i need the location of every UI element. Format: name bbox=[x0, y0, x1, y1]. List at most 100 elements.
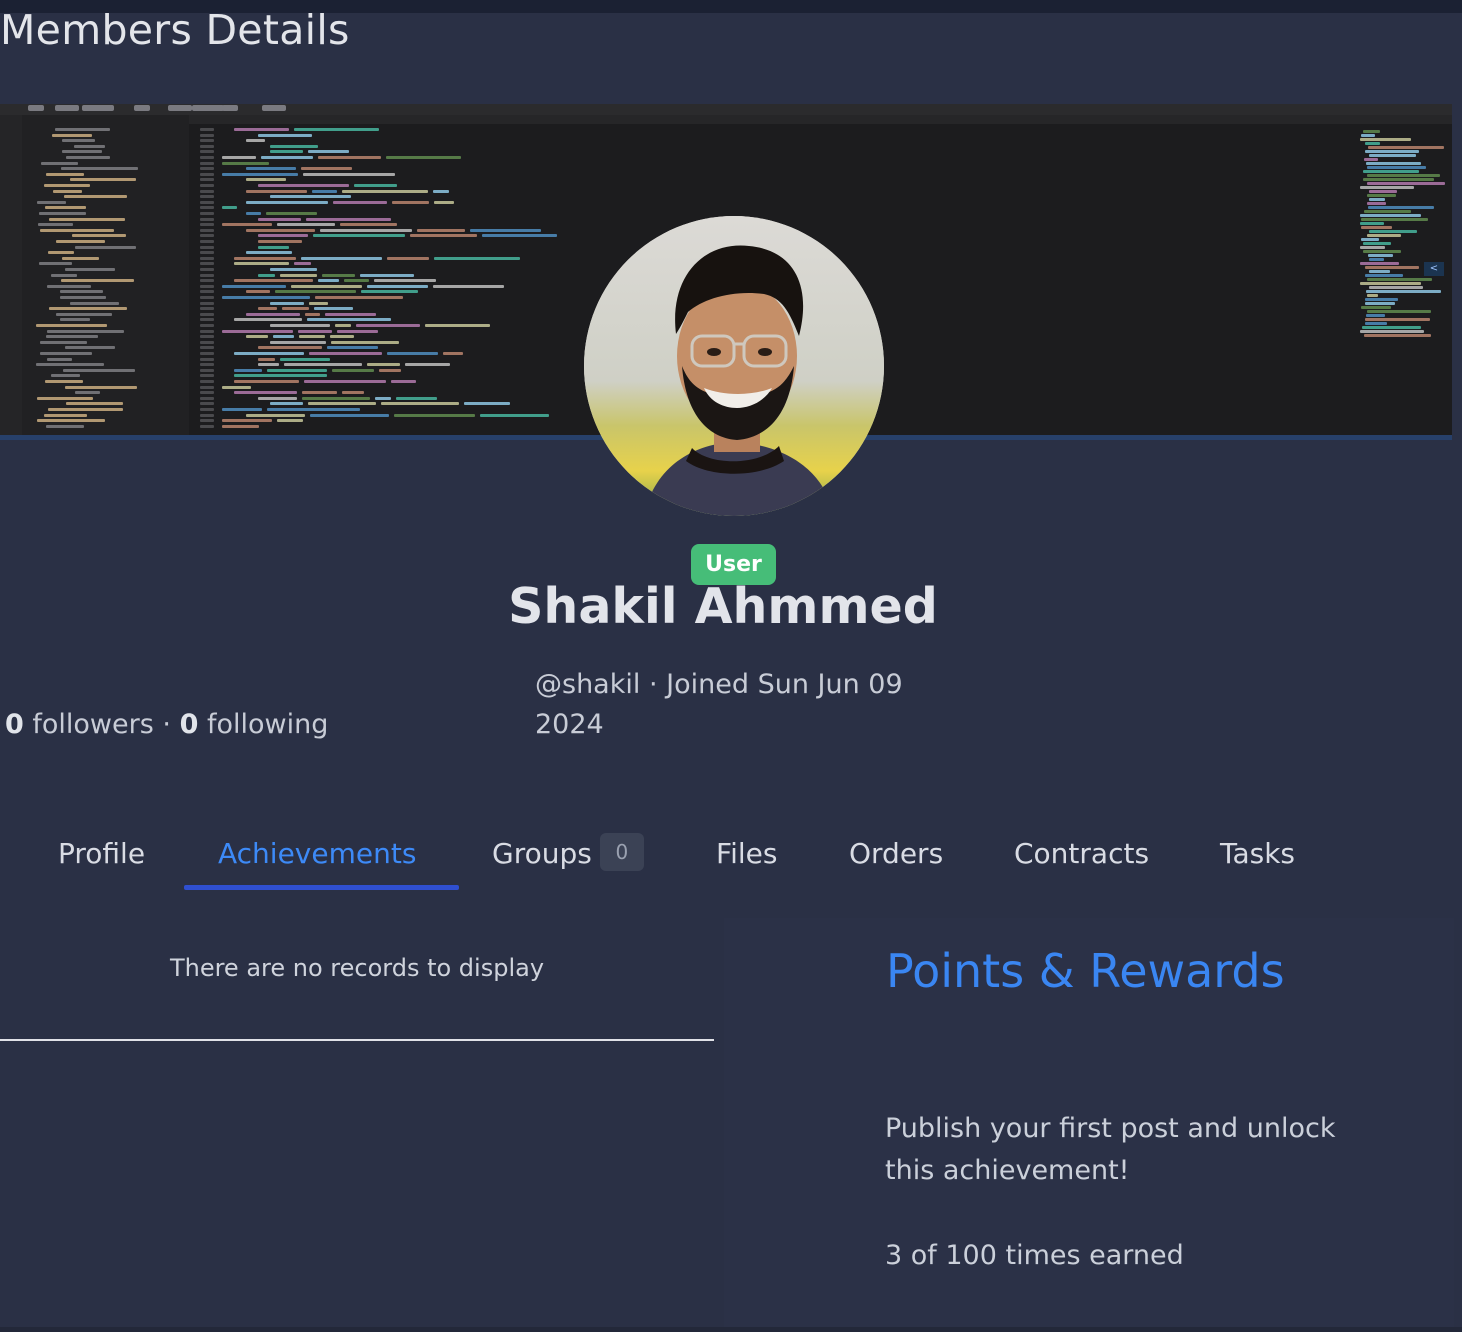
cover-code-line bbox=[354, 184, 397, 187]
tab-groups[interactable]: Groups 0 bbox=[492, 826, 644, 882]
rewards-panel: Points & Rewards Publish your first post… bbox=[724, 918, 1454, 1332]
cover-code-line bbox=[72, 234, 126, 238]
cover-code-line bbox=[258, 357, 275, 361]
cover-code-line bbox=[1360, 222, 1384, 225]
cover-code-line bbox=[282, 307, 309, 311]
cover-code-line bbox=[246, 139, 265, 143]
cover-code-line bbox=[36, 363, 104, 367]
cover-code-line bbox=[270, 268, 317, 271]
cover-code-line bbox=[234, 256, 296, 260]
cover-code-line bbox=[40, 352, 92, 355]
table-divider bbox=[0, 1039, 714, 1041]
cover-code-line bbox=[266, 212, 317, 215]
cover-code-line bbox=[258, 307, 277, 311]
cover-menu-item bbox=[134, 105, 150, 111]
avatar[interactable] bbox=[584, 216, 884, 516]
cover-code-line bbox=[62, 139, 95, 143]
cover-code-line bbox=[258, 133, 312, 137]
cover-code-line bbox=[62, 150, 102, 154]
cover-code-line bbox=[367, 284, 428, 288]
cover-code-line bbox=[200, 223, 214, 227]
cover-activity-bar bbox=[0, 115, 22, 435]
tab-files[interactable]: Files bbox=[716, 826, 777, 882]
cover-code-line bbox=[1363, 178, 1434, 181]
cover-code-line bbox=[39, 262, 72, 266]
cover-code-line bbox=[270, 195, 351, 199]
cover-code-line bbox=[270, 402, 303, 406]
cover-code-line bbox=[200, 262, 214, 266]
meta-separator: · bbox=[648, 669, 658, 700]
followers-label[interactable]: followers bbox=[32, 709, 153, 740]
cover-code-line bbox=[1365, 150, 1419, 153]
cover-code-line bbox=[1364, 334, 1431, 337]
cover-code-line bbox=[1360, 186, 1414, 189]
cover-code-line bbox=[1363, 170, 1419, 173]
cover-code-line bbox=[379, 368, 401, 372]
cover-code-line bbox=[222, 419, 272, 423]
tab-contracts[interactable]: Contracts bbox=[1014, 826, 1149, 882]
cover-code-line bbox=[222, 161, 269, 165]
cover-code-line bbox=[374, 279, 436, 283]
cover-code-line bbox=[313, 234, 405, 238]
cover-menu-bar bbox=[0, 104, 1452, 115]
cover-code-line bbox=[335, 324, 351, 327]
cover-code-line bbox=[1363, 242, 1391, 245]
cover-code-line bbox=[200, 374, 214, 378]
cover-code-line bbox=[246, 251, 292, 255]
cover-code-line bbox=[1368, 254, 1393, 257]
cover-code-line bbox=[65, 268, 115, 271]
cover-code-line bbox=[417, 228, 465, 232]
cover-code-line bbox=[330, 335, 354, 339]
cover-code-line bbox=[284, 363, 362, 367]
cover-code-line bbox=[37, 419, 105, 423]
cover-code-line bbox=[314, 307, 353, 311]
cover-code-line bbox=[1360, 262, 1399, 265]
cover-code-line bbox=[1367, 182, 1445, 185]
tab-profile[interactable]: Profile bbox=[58, 826, 145, 882]
cover-code-line bbox=[40, 340, 87, 344]
cover-code-line bbox=[222, 223, 272, 227]
cover-code-line bbox=[280, 273, 317, 277]
cover-code-line bbox=[200, 408, 214, 411]
tab-achievements[interactable]: Achievements bbox=[218, 826, 416, 882]
cover-code-line bbox=[51, 374, 80, 378]
tab-tasks[interactable]: Tasks bbox=[1220, 826, 1295, 882]
cover-code-line bbox=[56, 312, 112, 316]
cover-code-line bbox=[480, 413, 549, 417]
cover-code-line bbox=[222, 206, 237, 210]
cover-code-line bbox=[200, 380, 214, 383]
cover-code-line bbox=[222, 329, 293, 333]
cover-code-line bbox=[65, 385, 137, 389]
cover-collapse-icon: < bbox=[1424, 262, 1444, 276]
cover-code-line bbox=[49, 217, 125, 221]
cover-code-line bbox=[1365, 318, 1430, 321]
cover-code-line bbox=[200, 228, 214, 232]
cover-code-line bbox=[1367, 174, 1440, 177]
cover-code-line bbox=[1369, 198, 1385, 201]
cover-code-line bbox=[344, 279, 369, 283]
cover-code-line bbox=[200, 391, 214, 395]
cover-code-line bbox=[200, 363, 214, 367]
cover-code-line bbox=[1361, 134, 1375, 137]
member-name: Shakil Ahmmed bbox=[508, 578, 938, 635]
cover-code-line bbox=[273, 335, 294, 339]
following-label[interactable]: following bbox=[207, 709, 328, 740]
cover-code-line bbox=[309, 352, 382, 355]
cover-code-line bbox=[1369, 270, 1390, 273]
cover-code-line bbox=[200, 167, 214, 171]
cover-code-line bbox=[234, 368, 262, 372]
cover-code-line bbox=[200, 189, 214, 193]
followers-count: 0 bbox=[5, 709, 24, 740]
cover-code-line bbox=[396, 396, 437, 400]
cover-code-line bbox=[75, 245, 136, 249]
cover-code-line bbox=[1367, 278, 1432, 281]
cover-code-line bbox=[392, 200, 429, 204]
cover-code-line bbox=[60, 290, 103, 294]
tab-orders[interactable]: Orders bbox=[849, 826, 943, 882]
cover-code-line bbox=[222, 284, 286, 288]
cover-code-line bbox=[1365, 298, 1398, 301]
cover-code-line bbox=[200, 200, 214, 204]
cover-code-line bbox=[320, 228, 412, 232]
member-handle: @shakil bbox=[535, 669, 641, 700]
cover-code-line bbox=[405, 363, 450, 367]
